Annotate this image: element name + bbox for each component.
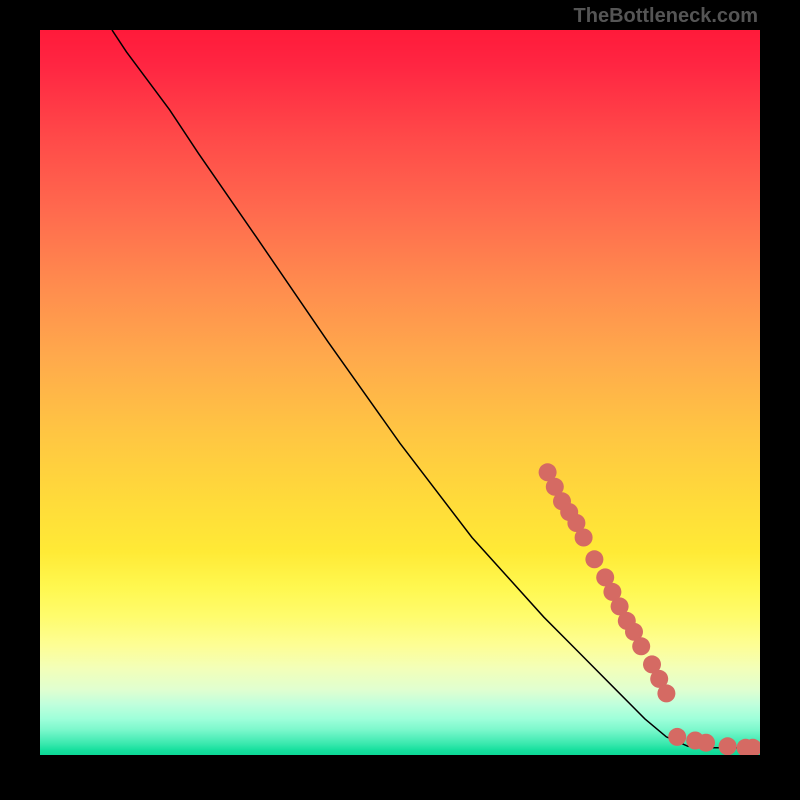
data-point [668, 728, 686, 746]
data-point [657, 684, 675, 702]
curve-line [112, 30, 760, 748]
data-point [632, 637, 650, 655]
plot-area [40, 30, 760, 755]
data-point [719, 737, 737, 755]
data-point [697, 734, 715, 752]
data-point [575, 529, 593, 547]
data-point [585, 550, 603, 568]
chart-svg [40, 30, 760, 755]
chart-container: TheBottleneck.com [0, 0, 800, 800]
attribution-label: TheBottleneck.com [574, 5, 758, 28]
scatter-points [539, 463, 760, 755]
